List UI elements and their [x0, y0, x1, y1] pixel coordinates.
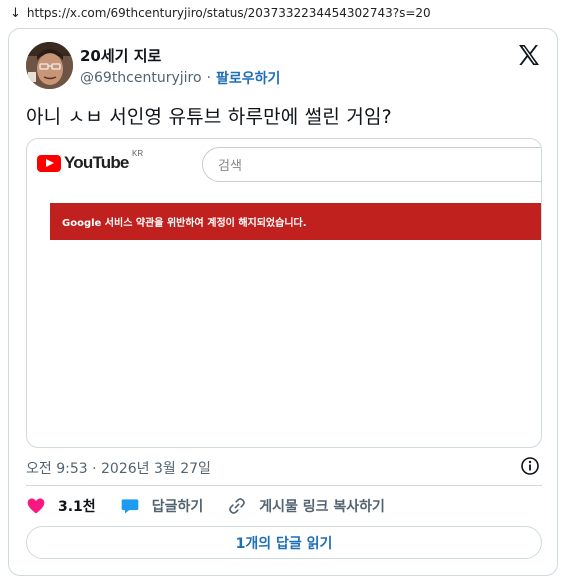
youtube-search-box: 검색 [202, 147, 541, 182]
like-count: 3.1천 [58, 499, 96, 515]
browser-url-bar[interactable]: ↓ https://x.com/69thcenturyjiro/status/2… [0, 0, 572, 26]
like-button[interactable]: 3.1천 [26, 496, 96, 516]
reply-bubble-icon [120, 496, 140, 516]
follow-button[interactable]: 팔로우하기 [216, 68, 280, 88]
read-replies-button[interactable]: 1개의 답글 읽기 [26, 526, 542, 559]
youtube-wordmark: YouTube [64, 153, 129, 172]
reply-button[interactable]: 답글하기 [120, 496, 204, 516]
banner-text: Google 서비스 약관을 위반하여 계정이 해지되었습니다. [62, 218, 307, 229]
tweet-text: 아니 ㅅㅂ 서인영 유튜브 하루만에 썰린 거임? [26, 106, 392, 128]
youtube-logo: YouTube KR [37, 149, 143, 173]
account-terminated-banner: Google 서비스 약관을 위반하여 계정이 해지되었습니다. [50, 203, 541, 240]
action-bar: 3.1천 답글하기 게시물 링크 복사하기 [26, 495, 409, 517]
avatar[interactable] [26, 42, 73, 89]
avatar-photo [26, 42, 73, 89]
tweet-card: 20세기 지로 @69thcenturyjiro · 팔로우하기 아니 ㅅㅂ 서… [8, 28, 558, 576]
reply-label: 답글하기 [151, 499, 204, 515]
copy-link-button[interactable]: 게시물 링크 복사하기 [227, 496, 385, 516]
separator-dot: · [206, 70, 212, 86]
read-replies-label: 1개의 답글 읽기 [235, 535, 333, 552]
download-arrow-icon: ↓ [10, 5, 21, 21]
copy-link-label: 게시물 링크 복사하기 [259, 499, 385, 515]
link-icon [227, 496, 247, 516]
heart-icon [26, 496, 46, 516]
author-display-name[interactable]: 20세기 지로 [80, 45, 161, 66]
youtube-play-icon [37, 154, 61, 172]
divider [26, 485, 542, 486]
author-handle-row: @69thcenturyjiro · 팔로우하기 [80, 68, 280, 88]
youtube-region: KR [132, 149, 144, 158]
youtube-search-placeholder: 검색 [218, 159, 242, 174]
x-logo-icon[interactable] [517, 43, 541, 67]
url-text[interactable]: https://x.com/69thcenturyjiro/status/203… [27, 6, 431, 20]
tweet-media-image[interactable]: YouTube KR 검색 Google 서비스 약관을 위반하여 계정이 해지… [26, 138, 542, 448]
info-icon[interactable] [520, 456, 540, 476]
author-handle[interactable]: @69thcenturyjiro [80, 70, 202, 86]
tweet-timestamp[interactable]: 오전 9:53 · 2026년 3월 27일 [26, 458, 211, 478]
